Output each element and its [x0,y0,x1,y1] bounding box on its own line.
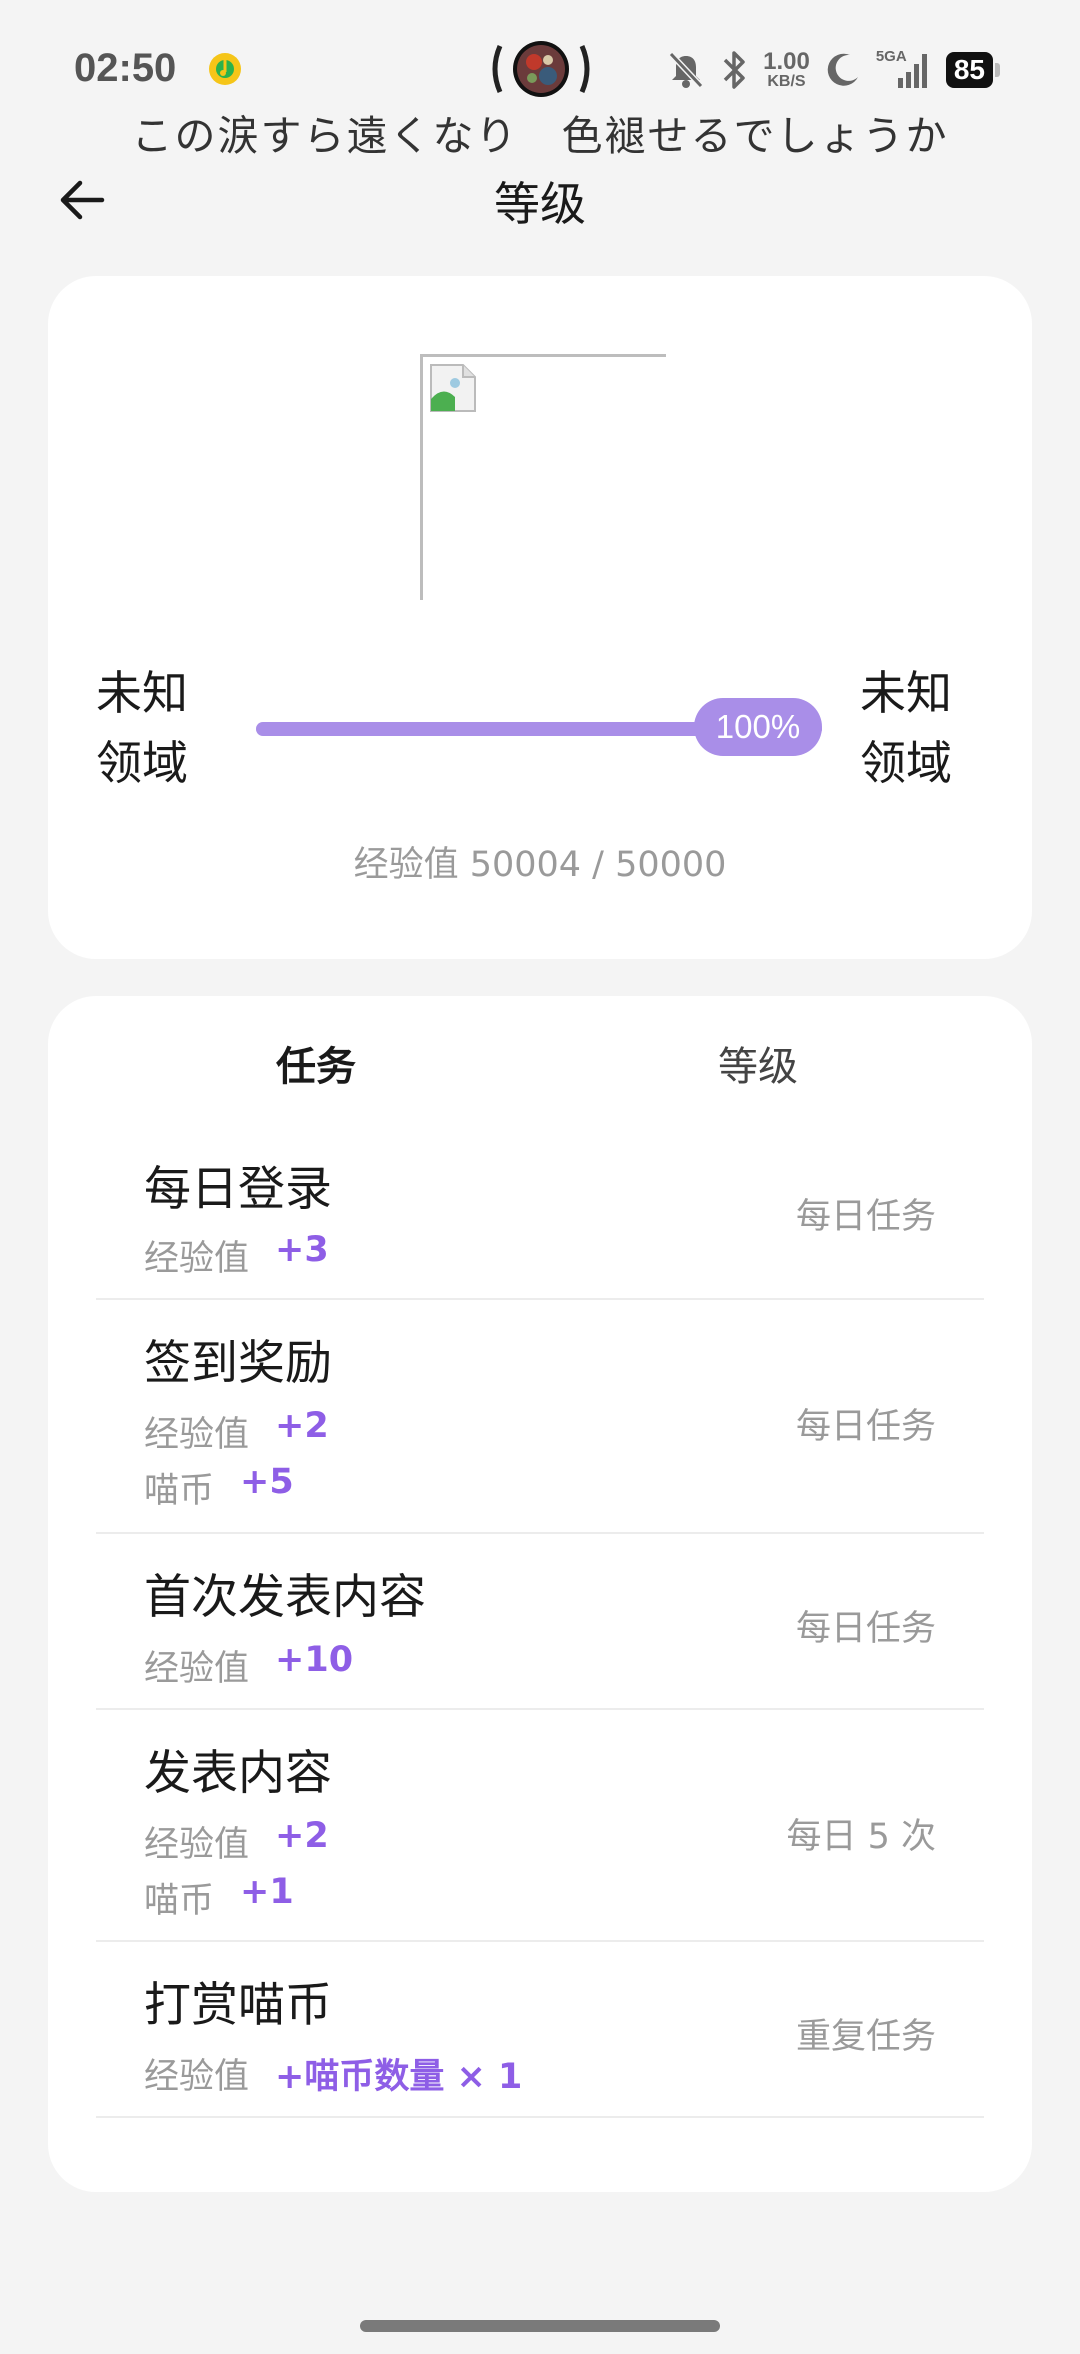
moon-icon [824,51,862,89]
exp-value-text: 经验值 50004 / 50000 [353,845,727,885]
task-reward: 喵币 +5 [144,1462,294,1513]
tab-bar: 任务 等级 [48,996,1032,1116]
task-type: 每日 5 次 [786,1817,936,1857]
music-icon [209,53,241,85]
task-name: 打赏喵币 [144,1978,332,2033]
current-level-line1: 未知 [96,666,188,720]
task-list: 每日登录 经验值 +3 每日任务 签到奖励 经验值 +2 喵币 +5 每日任务 … [96,1126,984,2118]
next-level-line1: 未知 [860,666,952,720]
task-row: 打赏喵币 经验值 +喵币数量 × 1 重复任务 [96,1942,984,2118]
lyric-text: この涙すら遠くなり 色褪せるでしょうか [131,112,949,160]
task-type: 重复任务 [795,2017,936,2057]
reward-value: +2 [275,1816,329,1856]
task-reward: 经验值 +3 [144,1230,329,1281]
mute-icon [667,50,705,90]
reward-key: 经验值 [144,1239,250,1279]
net-speed: 1.00 KB/S [763,50,810,90]
current-level-line2: 领域 [96,736,188,790]
tasks-card: 任务 等级 每日登录 经验值 +3 每日任务 签到奖励 经验值 +2 喵币 +5… [48,996,1032,2192]
reward-value: +喵币数量 × 1 [275,2057,523,2097]
next-level-line2: 领域 [860,736,952,790]
task-row: 首次发表内容 经验值 +10 每日任务 [96,1534,984,1710]
net-speed-value: 1.00 [763,48,810,75]
reward-key: 经验值 [144,1825,250,1865]
task-row: 每日登录 经验值 +3 每日任务 [96,1126,984,1300]
task-type: 每日任务 [795,1197,936,1237]
task-type: 每日任务 [795,1407,936,1447]
reward-key: 喵币 [144,1881,215,1921]
net-speed-unit: KB/S [767,73,806,90]
nav-bar: 等级 [0,160,1080,240]
current-level-label: 未知 领域 [96,658,188,798]
reward-value: +3 [275,1230,329,1270]
level-badge-image [420,354,666,600]
broken-image-icon [430,364,476,412]
home-indicator[interactable] [360,2320,720,2332]
dynamic-island-avatar [492,41,590,97]
reward-value: +10 [275,1640,354,1680]
status-icons: 1.00 KB/S 5GA 85 [667,44,1000,96]
task-reward: 经验值 +2 [144,1406,329,1457]
task-reward: 喵币 +1 [144,1872,294,1923]
reward-key: 经验值 [144,1649,250,1689]
task-row: 发表内容 经验值 +2 喵币 +1 每日 5 次 [96,1710,984,1942]
task-name: 首次发表内容 [144,1570,426,1625]
reward-value: +2 [275,1406,329,1446]
bluetooth-icon [719,50,749,90]
task-row: 签到奖励 经验值 +2 喵币 +5 每日任务 [96,1300,984,1534]
task-reward: 经验值 +喵币数量 × 1 [144,2048,522,2099]
next-level-label: 未知 领域 [860,658,952,798]
reward-key: 经验值 [144,2057,250,2097]
reward-value: +1 [240,1872,294,1912]
reward-key: 经验值 [144,1415,250,1455]
task-reward: 经验值 +10 [144,1640,353,1691]
tab-tasks[interactable]: 任务 [276,1034,356,1092]
status-time: 02:50 [74,46,177,90]
battery-level: 85 [945,52,993,88]
tab-levels[interactable]: 等级 [718,1034,798,1092]
task-reward: 经验值 +2 [144,1816,329,1867]
reward-key: 喵币 [144,1471,215,1511]
task-name: 签到奖励 [144,1336,332,1391]
page-title: 等级 [494,177,586,231]
level-card: 未知 领域 100% 未知 领域 经验值 50004 / 50000 [48,276,1032,959]
task-type: 每日任务 [795,1609,936,1649]
progress-percent-pill: 100% [694,698,822,756]
task-name: 每日登录 [144,1162,332,1217]
battery-icon: 85 [945,52,1000,88]
signal-icon: 5GA [876,48,932,92]
reward-value: +5 [240,1462,294,1502]
task-name: 发表内容 [144,1746,332,1801]
